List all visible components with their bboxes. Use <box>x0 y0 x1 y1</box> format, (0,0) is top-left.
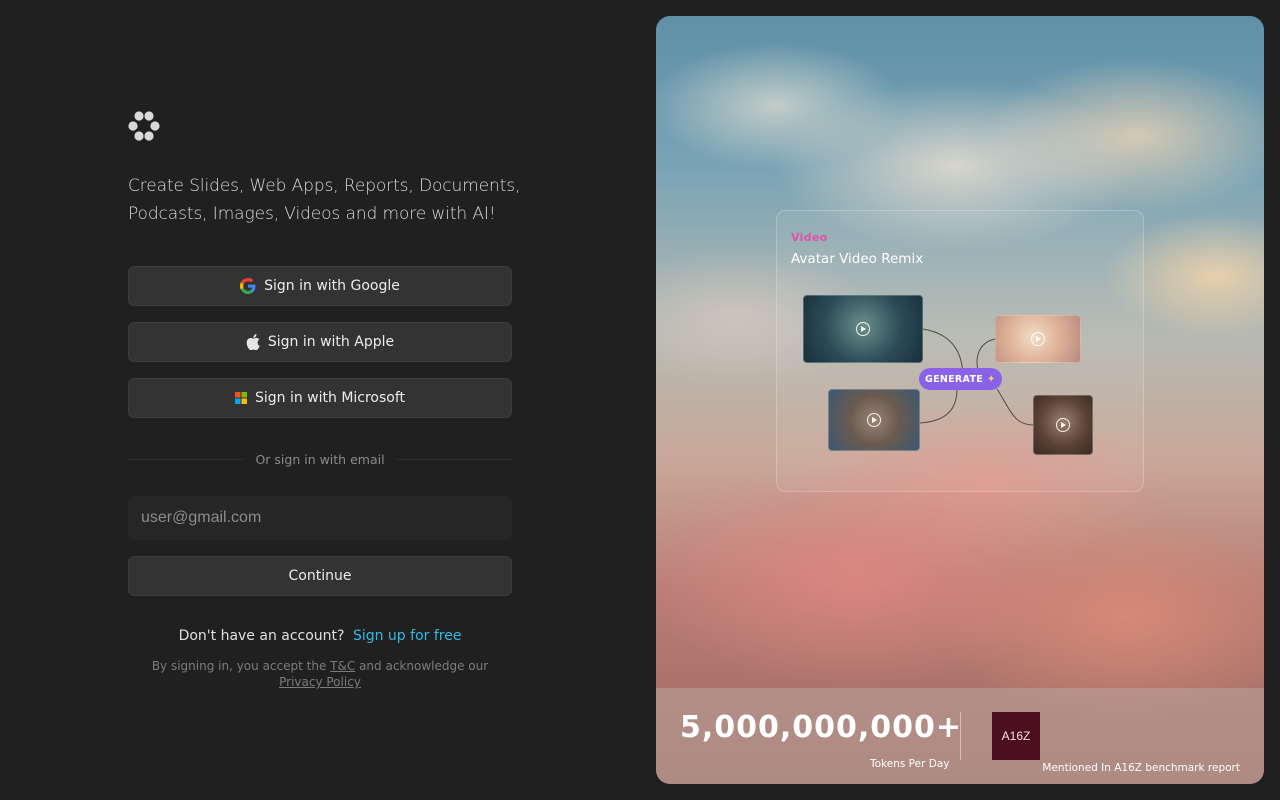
stats-bar: 5,000,000,000+ Tokens Per Day A16Z Menti… <box>656 688 1264 784</box>
play-icon <box>1056 418 1070 432</box>
sign-in-apple-button[interactable]: Sign in with Apple <box>128 322 512 362</box>
stats-divider <box>960 712 961 760</box>
sign-in-microsoft-label: Sign in with Microsoft <box>254 390 406 406</box>
sign-in-panel: Create Slides, Web Apps, Reports, Docume… <box>128 0 520 800</box>
signup-prompt: Don't have an account? <box>178 628 345 644</box>
continue-label: Continue <box>288 568 352 584</box>
token-count-label: Tokens Per Day <box>870 758 950 770</box>
divider-line-left <box>128 458 244 460</box>
sign-up-link[interactable]: Sign up for free <box>353 628 462 644</box>
legal-notice: By signing in, you accept the T&C and ac… <box>128 658 512 690</box>
divider-line-right <box>396 458 513 460</box>
play-icon <box>1031 332 1045 346</box>
legal-prefix: By signing in, you accept the <box>151 659 327 673</box>
continue-button[interactable]: Continue <box>128 556 512 596</box>
or-divider: Or sign in with email <box>128 450 513 468</box>
video-thumbnail-portrait[interactable] <box>1033 395 1093 455</box>
video-thumbnail-dog[interactable] <box>828 389 920 451</box>
sign-in-google-label: Sign in with Google <box>264 278 400 294</box>
email-field[interactable] <box>128 496 512 540</box>
video-thumbnail-diver[interactable] <box>803 295 923 363</box>
signup-row: Don't have an account? Sign up for free <box>128 628 512 644</box>
a16z-logo: A16Z <box>992 712 1040 760</box>
divider-text: Or sign in with email <box>255 451 385 467</box>
generate-label: GENERATE <box>925 373 984 385</box>
feature-card: Video Avatar Video Remix GENERATE ✦ <box>776 210 1144 492</box>
sparkle-icon: ✦ <box>987 373 996 385</box>
hero-image-panel: Video Avatar Video Remix GENERATE ✦ 5,00… <box>656 16 1264 784</box>
generate-button[interactable]: GENERATE ✦ <box>919 368 1002 390</box>
video-thumbnail-anime[interactable] <box>995 315 1081 363</box>
play-icon <box>856 322 870 336</box>
benchmark-mention: Mentioned In A16Z benchmark report <box>1042 762 1240 774</box>
sign-in-apple-label: Sign in with Apple <box>267 334 395 350</box>
tagline: Create Slides, Web Apps, Reports, Docume… <box>128 176 521 224</box>
sign-in-google-button[interactable]: Sign in with Google <box>128 266 512 306</box>
token-count: 5,000,000,000+ <box>680 710 963 745</box>
privacy-policy-link[interactable]: Privacy Policy <box>279 675 361 689</box>
legal-middle: and acknowledge our <box>359 659 489 673</box>
microsoft-icon <box>234 392 247 404</box>
play-icon <box>867 413 881 427</box>
sign-in-microsoft-button[interactable]: Sign in with Microsoft <box>128 378 512 418</box>
apple-icon <box>246 334 260 350</box>
google-icon <box>240 278 256 294</box>
terms-link[interactable]: T&C <box>330 659 355 673</box>
app-logo-icon <box>128 111 160 141</box>
